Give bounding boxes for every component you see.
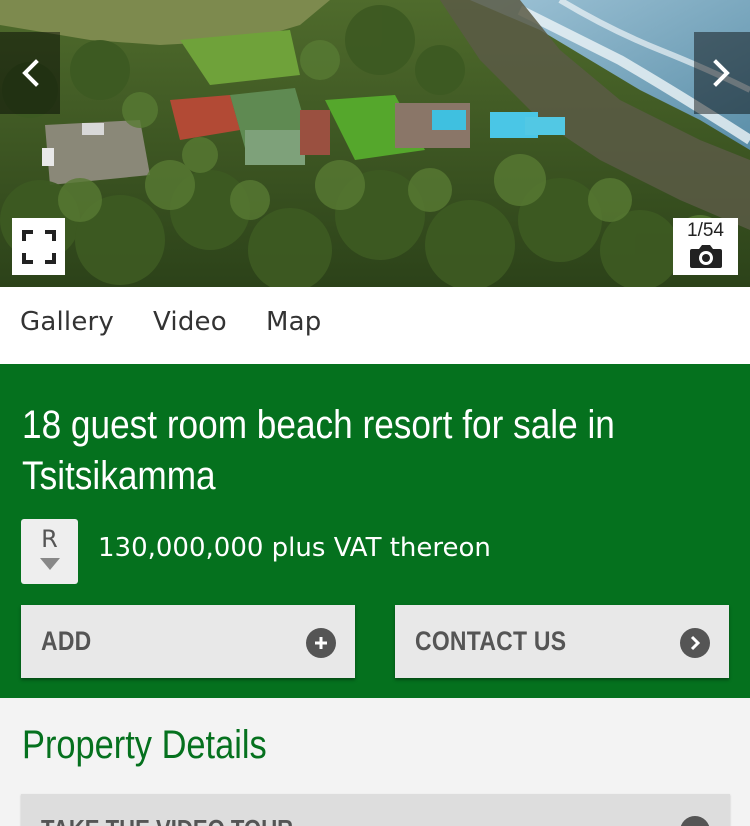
aerial-resort-photo: [0, 0, 750, 287]
listing-title: 18 guest room beach resort for sale in T…: [22, 403, 615, 498]
add-button-label: ADD: [41, 626, 92, 656]
photo-counter-button[interactable]: 1/54: [673, 218, 738, 275]
tab-gallery[interactable]: Gallery: [20, 307, 114, 337]
media-tabs: Gallery Video Map: [0, 287, 750, 365]
contact-us-button[interactable]: CONTACT US: [395, 605, 729, 678]
property-photo-gallery[interactable]: 1/54: [0, 0, 750, 287]
fullscreen-icon: [21, 229, 56, 264]
previous-photo-button[interactable]: [0, 32, 60, 114]
camera-icon: [689, 245, 722, 268]
video-tour-label: TAKE THE VIDEO TOUR: [41, 814, 293, 826]
chevron-right-circle-icon: [680, 816, 710, 826]
photo-counter: 1/54: [687, 220, 724, 241]
chevron-left-icon: [22, 59, 39, 87]
listing-summary-panel: 18 guest room beach resort for sale in T…: [0, 364, 750, 698]
tab-map[interactable]: Map: [266, 307, 321, 337]
contact-us-label: CONTACT US: [415, 626, 567, 656]
fullscreen-button[interactable]: [12, 218, 65, 275]
caret-down-icon: [39, 558, 60, 570]
video-tour-button[interactable]: TAKE THE VIDEO TOUR: [21, 794, 730, 826]
listing-page: 1/54 Gallery Video Map 18 guest room bea…: [0, 0, 750, 826]
listing-price: 130,000,000 plus VAT thereon: [98, 533, 491, 563]
property-details-heading: Property Details: [22, 723, 267, 767]
add-button[interactable]: ADD: [21, 605, 355, 678]
next-photo-button[interactable]: [694, 32, 750, 114]
chevron-right-circle-icon: [680, 628, 710, 658]
plus-circle-icon: [306, 628, 336, 658]
currency-selector[interactable]: R: [21, 519, 78, 584]
currency-symbol: R: [41, 525, 58, 553]
tab-video[interactable]: Video: [153, 307, 227, 337]
chevron-right-icon: [713, 59, 730, 87]
